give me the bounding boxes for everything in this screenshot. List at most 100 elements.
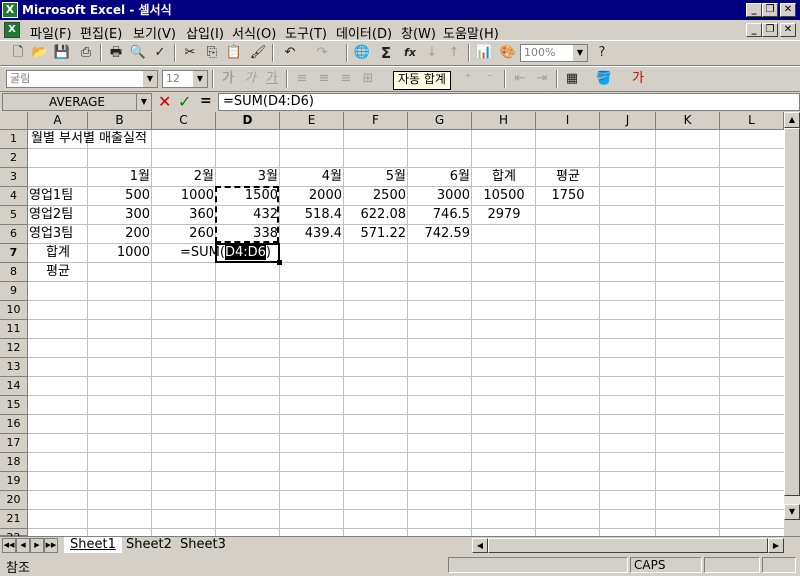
cell-f6[interactable]: 571.22	[344, 225, 408, 243]
column-header-h[interactable]: H	[472, 112, 536, 130]
format-painter-icon[interactable]: 🖌	[248, 43, 268, 63]
cell-c3[interactable]: 2월	[152, 168, 216, 186]
sheet-tab-sheet2[interactable]: Sheet2	[122, 537, 176, 553]
doc-close-button[interactable]: ✕	[780, 23, 796, 37]
workbook-icon[interactable]: X	[4, 22, 20, 38]
cell-g5[interactable]: 746.5	[408, 206, 472, 224]
function-icon[interactable]: fx	[400, 43, 420, 63]
sort-descending-icon[interactable]: ↑	[444, 43, 464, 63]
scroll-right-icon[interactable]: ▶	[768, 538, 784, 553]
cell-i4[interactable]: 1750	[536, 187, 600, 205]
drawing-icon[interactable]: 🎨	[498, 43, 518, 63]
cell-b3[interactable]: 1월	[88, 168, 152, 186]
sheet-tab-sheet1[interactable]: Sheet1	[64, 537, 122, 553]
row-header[interactable]: 14	[0, 377, 28, 396]
spelling-icon[interactable]: ✓	[150, 43, 170, 63]
column-header-i[interactable]: I	[536, 112, 600, 130]
cell-h3[interactable]: 합계	[472, 168, 536, 186]
print-preview-small-icon[interactable]: ⎙	[76, 43, 96, 63]
align-center-icon[interactable]: ≡	[314, 69, 334, 89]
formula-input[interactable]: =SUM(D4:D6)	[218, 93, 800, 111]
row-header[interactable]: 6	[0, 225, 28, 244]
undo-icon[interactable]: ↶	[280, 43, 300, 63]
fill-handle[interactable]	[277, 260, 282, 265]
paste-icon[interactable]: 📋	[224, 43, 244, 63]
cell-h5[interactable]: 2979	[472, 206, 536, 224]
align-left-icon[interactable]: ≡	[292, 69, 312, 89]
cell-c4[interactable]: 1000	[152, 187, 216, 205]
cell-g3[interactable]: 6월	[408, 168, 472, 186]
increase-decimal-icon[interactable]: ⁺	[458, 69, 478, 89]
equals-icon[interactable]: =	[200, 93, 212, 109]
cell-d3[interactable]: 3월	[216, 168, 280, 186]
bold-icon[interactable]: 가	[218, 69, 238, 89]
excel-icon[interactable]: X	[2, 2, 18, 18]
row-header[interactable]: 8	[0, 263, 28, 282]
cell-d7-formula[interactable]: =SUM(D4:D6)	[180, 244, 271, 262]
row-header[interactable]: 21	[0, 510, 28, 529]
open-icon[interactable]: 📂	[30, 43, 50, 63]
chevron-down-icon[interactable]: ▼	[573, 45, 587, 61]
restore-button[interactable]: ❐	[762, 3, 778, 17]
cut-icon[interactable]: ✂	[180, 43, 200, 63]
cell-a6[interactable]: 영업3팀	[29, 225, 73, 243]
font-color-icon[interactable]: 가	[628, 69, 648, 89]
increase-indent-icon[interactable]: ⇥	[532, 69, 552, 89]
doc-minimize-button[interactable]: _	[746, 23, 762, 37]
cell-g4[interactable]: 3000	[408, 187, 472, 205]
cell-b4[interactable]: 500	[88, 187, 152, 205]
column-header-j[interactable]: J	[600, 112, 656, 130]
row-header[interactable]: 2	[0, 149, 28, 168]
help-icon[interactable]: ?	[592, 43, 612, 63]
close-button[interactable]: ✕	[780, 3, 796, 17]
zoom-select[interactable]: 100% ▼	[520, 44, 588, 62]
sort-ascending-icon[interactable]: ↓	[422, 43, 442, 63]
italic-icon[interactable]: 가	[240, 69, 260, 89]
row-header[interactable]: 17	[0, 434, 28, 453]
chevron-down-icon[interactable]: ▼	[143, 71, 157, 87]
cell-b6[interactable]: 200	[88, 225, 152, 243]
cell-a1[interactable]: 월별 부서별 매출실적	[31, 130, 147, 148]
cell-h4[interactable]: 10500	[472, 187, 536, 205]
copy-icon[interactable]: ⎘	[202, 43, 222, 63]
new-icon[interactable]: 🗋	[8, 43, 28, 63]
cell-e3[interactable]: 4월	[280, 168, 344, 186]
cell-i3[interactable]: 평균	[536, 168, 600, 186]
chevron-down-icon[interactable]: ▼	[136, 94, 151, 110]
select-all-corner[interactable]	[0, 112, 28, 130]
decrease-decimal-icon[interactable]: ⁻	[480, 69, 500, 89]
row-header[interactable]: 3	[0, 168, 28, 187]
hscroll-thumb[interactable]	[488, 538, 768, 553]
underline-icon[interactable]: 가	[262, 69, 282, 89]
name-box[interactable]: AVERAGE ▼	[2, 93, 152, 111]
column-header-k[interactable]: K	[656, 112, 720, 130]
hyperlink-icon[interactable]: 🌐	[352, 43, 372, 63]
row-header[interactable]: 7	[0, 244, 28, 263]
sheet-tab-sheet3[interactable]: Sheet3	[176, 537, 230, 553]
horizontal-scrollbar[interactable]: ◀ ▶	[472, 538, 784, 553]
column-header-d[interactable]: D	[216, 112, 280, 130]
redo-icon[interactable]: ↷	[312, 43, 332, 63]
next-sheet-icon[interactable]: ▶	[30, 538, 44, 553]
vertical-scrollbar[interactable]: ▲ ▼	[784, 112, 800, 536]
chevron-down-icon[interactable]: ▼	[193, 71, 207, 87]
cell-a5[interactable]: 영업2팀	[29, 206, 73, 224]
print-preview-icon[interactable]: 🔍	[128, 43, 148, 63]
row-header[interactable]: 15	[0, 396, 28, 415]
row-header[interactable]: 10	[0, 301, 28, 320]
cell-b5[interactable]: 300	[88, 206, 152, 224]
cell-g6[interactable]: 742.59	[408, 225, 472, 243]
row-header[interactable]: 20	[0, 491, 28, 510]
enter-icon[interactable]: ✓	[178, 92, 191, 111]
row-header[interactable]: 19	[0, 472, 28, 491]
cell-a8[interactable]: 평균	[28, 263, 88, 281]
cell-f4[interactable]: 2500	[344, 187, 408, 205]
print-icon[interactable]: 🖶	[106, 43, 126, 63]
cell-e4[interactable]: 2000	[280, 187, 344, 205]
borders-icon[interactable]: ▦	[562, 69, 582, 89]
row-header[interactable]: 12	[0, 339, 28, 358]
prev-sheet-icon[interactable]: ◀	[16, 538, 30, 553]
column-header-b[interactable]: B	[88, 112, 152, 130]
row-header[interactable]: 16	[0, 415, 28, 434]
column-header-a[interactable]: A	[28, 112, 88, 130]
